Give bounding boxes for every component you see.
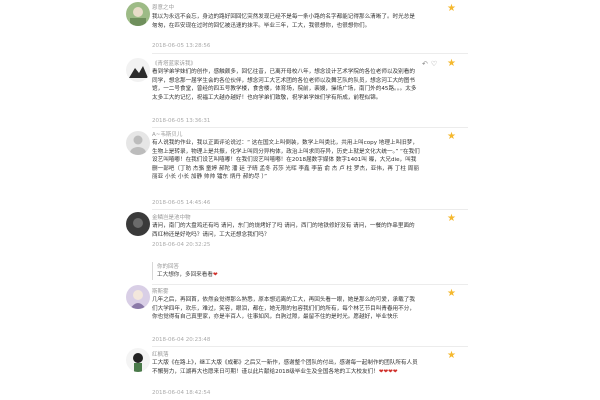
comment-text: 我以为永远不会忘，身边的路好回回忆突然发现已经不是每一条小路的名字都能记得那么清… bbox=[152, 14, 415, 29]
reply-author: 你的回答 bbox=[157, 264, 180, 270]
divider bbox=[152, 127, 468, 128]
comment-timestamp: 2018-06-04 18:42:54 bbox=[152, 390, 211, 396]
comment-username[interactable]: 斯斯雾 bbox=[152, 287, 169, 295]
comment-text: 几年之后，再回首，依然会觉得那么熟悉，原本想远离的工大，再回头看一眼，她是那么的… bbox=[152, 297, 415, 320]
comment-timestamp: 2018-06-04 20:23:48 bbox=[152, 337, 211, 343]
divider bbox=[152, 53, 468, 54]
avatar[interactable] bbox=[126, 131, 150, 155]
divider bbox=[152, 284, 468, 285]
avatar[interactable] bbox=[126, 2, 150, 26]
comment-text: 请问，南门的大盘鸡还有吗 请问，东门的烧烤好了吗 请问，西门的地铁修好没有 请问… bbox=[152, 223, 415, 238]
star-icon[interactable]: ★ bbox=[447, 351, 456, 361]
comment-actions: ↶ ♡ bbox=[422, 60, 440, 68]
comment-feed: 恩意之中 我以为永远不会忘，身边的路好回回忆突然发现已经不是每一条小路的名字都能… bbox=[0, 0, 600, 400]
comment-timestamp: 2018-06-05 14:45:46 bbox=[152, 200, 211, 206]
divider bbox=[152, 209, 468, 210]
comment-username[interactable]: 金鳞岂是池中物 bbox=[152, 213, 191, 221]
like-icon[interactable]: ♡ bbox=[431, 60, 437, 68]
comment-username[interactable]: 《青塔蓝家诉我》 bbox=[152, 59, 196, 67]
comment-username[interactable]: 恩意之中 bbox=[152, 3, 174, 11]
comment-text: 有人说我的作业，我以正面评论说过：“ 这在国文上叫倒装，数学上叫类比，共用上叫c… bbox=[152, 140, 420, 180]
comment-timestamp: 2018-06-05 13:36:31 bbox=[152, 118, 211, 124]
reply-bar bbox=[152, 262, 153, 280]
avatar[interactable] bbox=[126, 212, 150, 236]
avatar[interactable] bbox=[126, 58, 150, 82]
avatar[interactable] bbox=[126, 285, 150, 309]
comment-text: 看到学弟学妹们的创作，感触颇多，回忆往昔，已离开母校八年，想念设计艺术学院的各位… bbox=[152, 69, 417, 101]
reply-text: 工大想你，多回来看看❤ bbox=[157, 270, 218, 278]
reply-text-body: 工大想你，多回来看看 bbox=[157, 272, 213, 278]
star-icon[interactable]: ★ bbox=[447, 289, 456, 299]
avatar[interactable] bbox=[126, 348, 150, 372]
reply-icon[interactable]: ↶ bbox=[422, 60, 428, 68]
comment-timestamp: 2018-06-04 20:32:25 bbox=[152, 242, 211, 248]
heart-icon: ❤ bbox=[212, 272, 218, 278]
heart-icon: ❤❤❤❤ bbox=[378, 368, 398, 375]
comment-text: 工大版《在路上》，继工大版《成都》之后又一新作，感谢整个团队的付出，感谢每一起制… bbox=[152, 359, 420, 376]
comment-timestamp: 2018-06-05 13:28:56 bbox=[152, 43, 211, 49]
comment-username[interactable]: A~韦斯贝儿 bbox=[152, 130, 182, 138]
star-icon[interactable]: ★ bbox=[447, 132, 456, 142]
divider bbox=[152, 346, 468, 347]
star-icon[interactable]: ★ bbox=[447, 214, 456, 224]
star-icon[interactable]: ★ bbox=[447, 59, 456, 69]
star-icon[interactable]: ★ bbox=[447, 4, 456, 14]
comment-username[interactable]: 红枫落 bbox=[152, 350, 169, 358]
